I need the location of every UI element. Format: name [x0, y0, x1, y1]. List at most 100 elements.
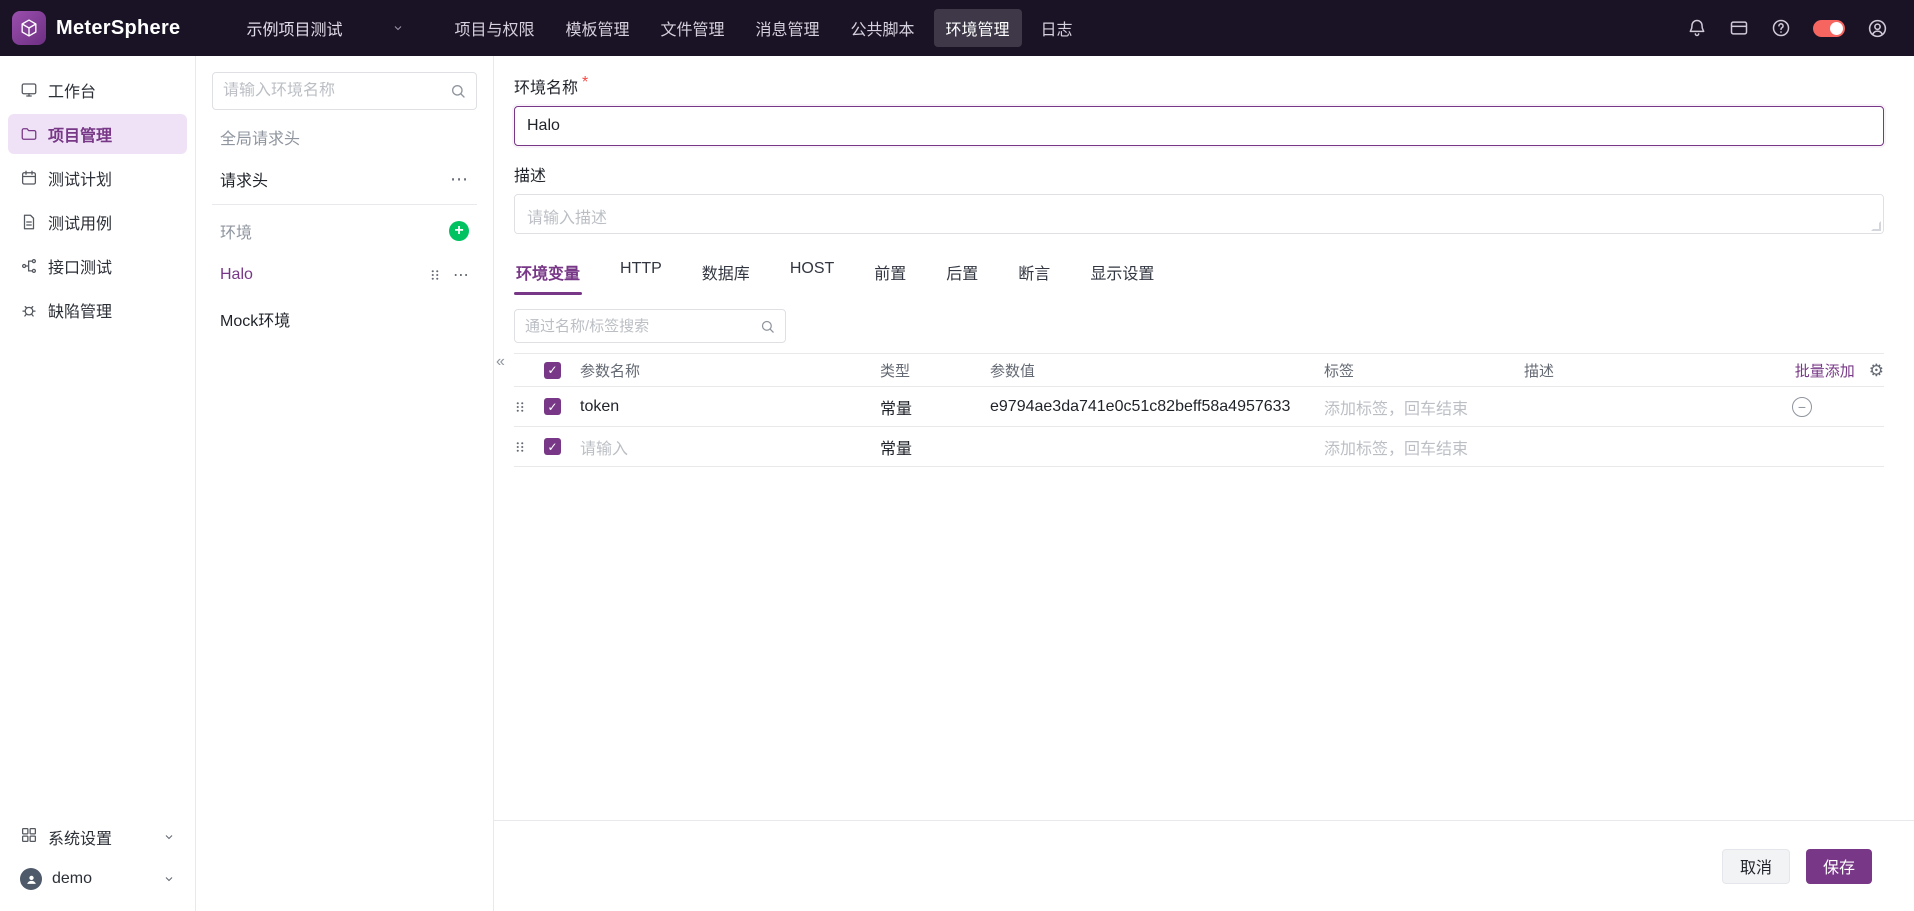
more-icon[interactable]: ⋯: [450, 169, 469, 190]
table-toolbar: [514, 309, 1884, 343]
nav-item-message-management[interactable]: 消息管理: [744, 9, 832, 47]
environment-list-panel: 全局请求头 请求头 ⋯ 环境 + Halo ⋯ Mock环境: [196, 56, 494, 911]
request-header-item[interactable]: 请求头 ⋯: [212, 158, 477, 200]
help-icon[interactable]: [1771, 18, 1791, 38]
tab-host[interactable]: HOST: [788, 254, 836, 295]
desc-label: 描述: [514, 162, 546, 186]
sidebar-item-test-plan[interactable]: 测试计划: [8, 158, 187, 198]
sidebar-item-label: 缺陷管理: [48, 298, 112, 322]
test-case-document-icon: [20, 213, 38, 231]
remove-row-button[interactable]: −: [1792, 397, 1812, 417]
select-all-checkbox[interactable]: ✓: [544, 362, 561, 379]
tab-pre-processor[interactable]: 前置: [872, 254, 908, 295]
param-value-field[interactable]: e9794ae3da741e0c51c82beff58a4957633: [990, 398, 1324, 416]
plus-icon: +: [454, 223, 463, 239]
tab-env-variables[interactable]: 环境变量: [514, 254, 582, 295]
request-header-label: 请求头: [220, 167, 268, 191]
param-tag-input[interactable]: 添加标签，回车结束: [1324, 395, 1524, 419]
env-variables-table: ✓ 参数名称 类型 参数值 标签 描述 批量添加 ⚙: [514, 353, 1884, 467]
tab-http[interactable]: HTTP: [618, 254, 664, 295]
drag-handle-icon[interactable]: [514, 400, 526, 414]
param-type-select[interactable]: 常量: [880, 395, 990, 419]
nav-item-file-management[interactable]: 文件管理: [648, 9, 736, 47]
api-test-icon: [20, 257, 38, 275]
param-tag-input[interactable]: 添加标签，回车结束: [1324, 435, 1524, 459]
row-checkbox[interactable]: ✓: [544, 398, 561, 415]
sidebar-item-api-test[interactable]: 接口测试: [8, 246, 187, 286]
left-sidebar: 工作台 项目管理 测试计划 测试用例: [0, 56, 196, 911]
nav-item-project-permission[interactable]: 项目与权限: [442, 9, 546, 47]
tab-database[interactable]: 数据库: [700, 254, 752, 295]
env-search-input[interactable]: [223, 82, 450, 100]
param-name-input[interactable]: 请输入: [580, 435, 880, 459]
toggle-knob: [1830, 22, 1843, 35]
metersphere-logo-icon: [12, 11, 46, 45]
sidebar-item-project-management[interactable]: 项目管理: [8, 114, 187, 154]
system-settings-label: 系统设置: [48, 825, 112, 849]
env-item-mock[interactable]: Mock环境: [212, 297, 477, 341]
sidebar-item-label: 测试用例: [48, 210, 112, 234]
nav-item-log[interactable]: 日志: [1029, 9, 1085, 47]
env-detail-tabs: 环境变量 HTTP 数据库 HOST 前置 后置 断言 显示设置: [514, 254, 1884, 295]
env-item-halo[interactable]: Halo ⋯: [212, 253, 477, 297]
column-settings-gear-icon[interactable]: ⚙: [1869, 362, 1884, 379]
project-folder-icon: [20, 125, 38, 143]
header-actions-cell: 批量添加 ⚙: [1764, 360, 1884, 381]
chevron-down-icon: [163, 831, 175, 843]
sidebar-item-workbench[interactable]: 工作台: [8, 70, 187, 110]
desc-field: [514, 194, 1884, 234]
global-request-header-item[interactable]: 全局请求头: [212, 116, 477, 158]
nav-item-template-management[interactable]: 模板管理: [553, 9, 641, 47]
sidebar-item-label: 接口测试: [48, 254, 112, 278]
search-icon: [450, 83, 466, 99]
tab-post-processor[interactable]: 后置: [944, 254, 980, 295]
sidebar-item-system-settings[interactable]: 系统设置: [8, 817, 187, 857]
batch-add-link[interactable]: 批量添加: [1795, 360, 1855, 381]
desc-textarea[interactable]: [514, 194, 1884, 234]
drag-handle-icon[interactable]: [514, 440, 526, 454]
row-actions-cell: −: [1764, 397, 1884, 417]
table-header-row: ✓ 参数名称 类型 参数值 标签 描述 批量添加 ⚙: [514, 353, 1884, 387]
desc-label-row: 描述: [514, 162, 1884, 186]
nav-item-environment-management[interactable]: 环境管理: [934, 9, 1022, 47]
param-name-field[interactable]: token: [580, 398, 880, 416]
cancel-button[interactable]: 取消: [1722, 849, 1790, 884]
environment-detail-panel: « 环境名称 * 描述 环境变量 HTTP 数据库 HOST 前置 后置 断: [494, 56, 1914, 911]
chevron-down-icon: [392, 22, 404, 34]
user-avatar-icon[interactable]: [1867, 18, 1888, 39]
table-search-input[interactable]: [525, 318, 760, 335]
header-param-value: 参数值: [990, 360, 1324, 381]
add-environment-button[interactable]: +: [449, 221, 469, 241]
project-selector[interactable]: 示例项目测试: [246, 16, 404, 40]
tab-display-settings[interactable]: 显示设置: [1088, 254, 1156, 295]
env-item-label: Halo: [220, 266, 253, 284]
sidebar-user-menu[interactable]: demo: [8, 859, 187, 899]
param-type-select[interactable]: 常量: [880, 435, 990, 459]
sidebar-item-test-case[interactable]: 测试用例: [8, 202, 187, 242]
save-button[interactable]: 保存: [1806, 849, 1872, 884]
header-tag: 标签: [1324, 360, 1524, 381]
nav-item-public-script[interactable]: 公共脚本: [839, 9, 927, 47]
environment-form: 环境名称 * 描述 环境变量 HTTP 数据库 HOST 前置 后置 断言 显示…: [494, 56, 1914, 820]
system-settings-icon: [20, 826, 38, 849]
main-nav: 项目与权限 模板管理 文件管理 消息管理 公共脚本 环境管理 日志: [442, 9, 1084, 47]
required-asterisk: *: [582, 74, 588, 98]
collapse-panel-icon[interactable]: «: [496, 354, 505, 370]
drag-handle-icon[interactable]: [429, 268, 441, 282]
param-row-token: ✓ token 常量 e9794ae3da741e0c51c82beff58a4…: [514, 387, 1884, 427]
brand[interactable]: MeterSphere: [12, 11, 180, 45]
sidebar-item-bug-management[interactable]: 缺陷管理: [8, 290, 187, 330]
row-checkbox[interactable]: ✓: [544, 438, 561, 455]
more-icon[interactable]: ⋯: [453, 265, 469, 285]
tab-assertion[interactable]: 断言: [1016, 254, 1052, 295]
header-desc: 描述: [1524, 360, 1764, 381]
sidebar-item-label: 项目管理: [48, 122, 112, 146]
card-icon[interactable]: [1729, 18, 1749, 38]
env-name-input[interactable]: [514, 106, 1884, 146]
theme-toggle[interactable]: [1813, 20, 1845, 37]
sidebar-item-label: 测试计划: [48, 166, 112, 190]
app-layout: 工作台 项目管理 测试计划 测试用例: [0, 56, 1914, 911]
brand-name: MeterSphere: [56, 17, 180, 40]
sidebar-menu: 工作台 项目管理 测试计划 测试用例: [8, 70, 187, 334]
notification-bell-icon[interactable]: [1687, 18, 1707, 38]
